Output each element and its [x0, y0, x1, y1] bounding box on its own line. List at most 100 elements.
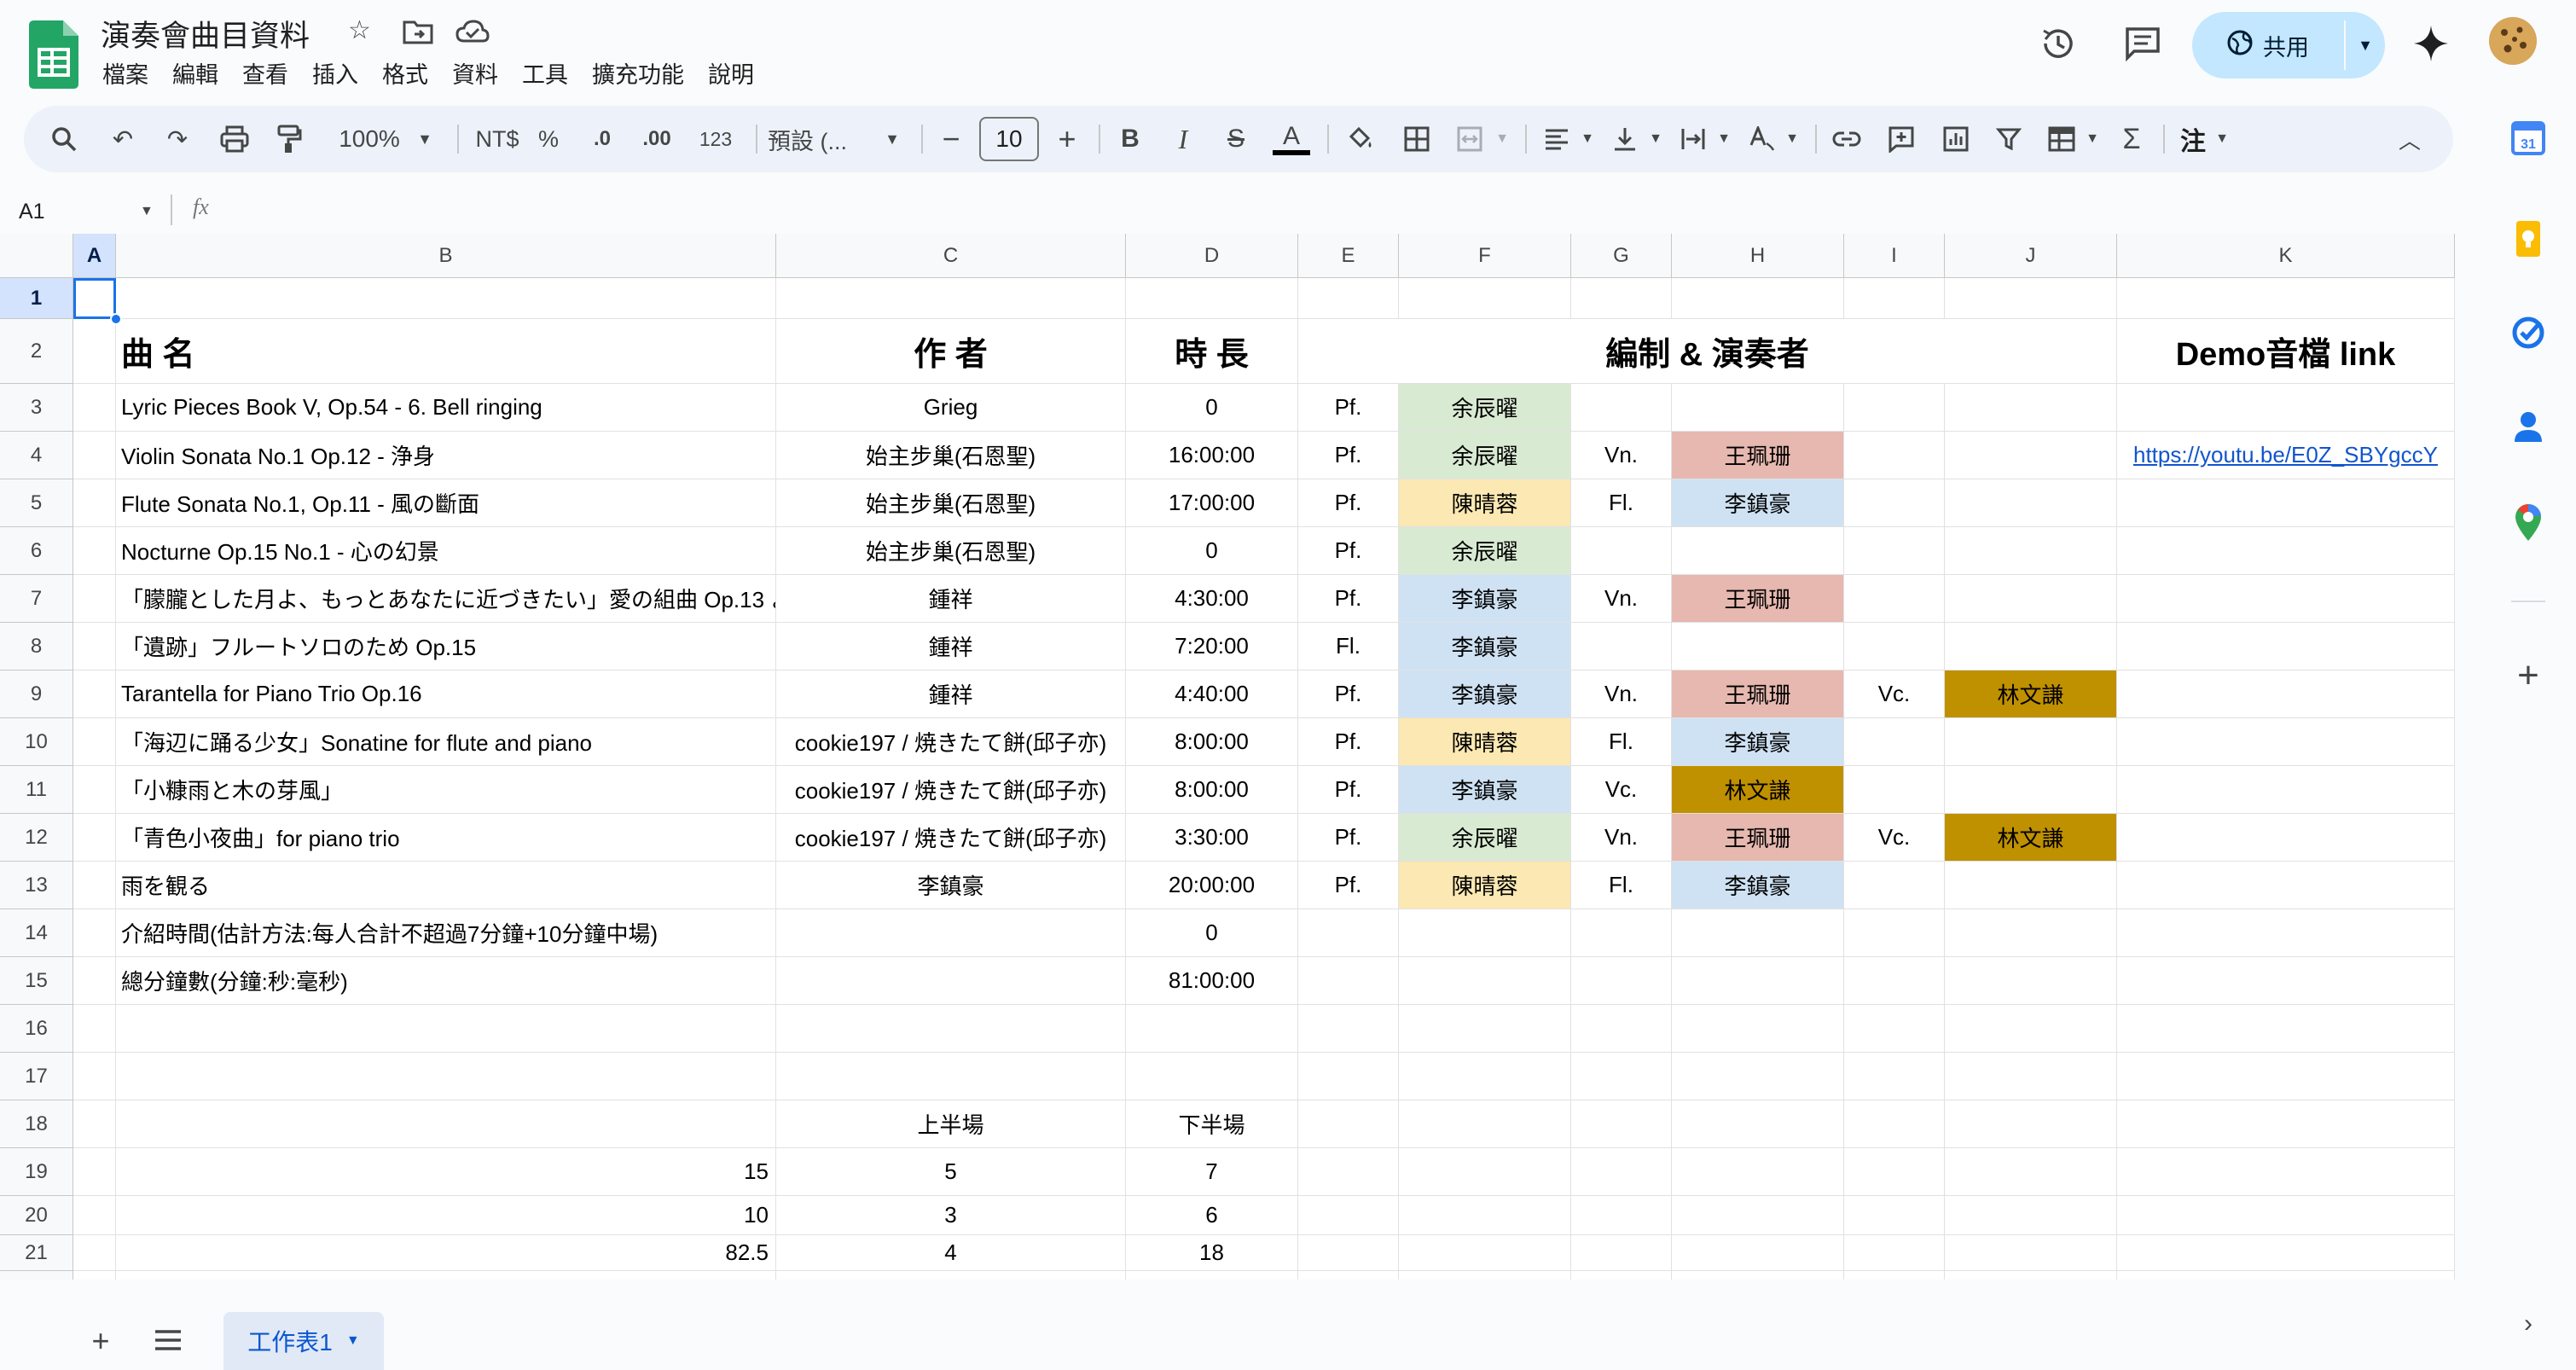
cell-k17[interactable]	[2117, 1053, 2455, 1100]
version-history-icon[interactable]	[2039, 24, 2078, 67]
horizontal-align-icon[interactable]	[1535, 106, 1578, 172]
cell-d10[interactable]: 8:00:00	[1126, 718, 1298, 766]
cell-k6[interactable]	[2117, 527, 2455, 575]
row-header-6[interactable]: 6	[0, 527, 73, 575]
cell-d17[interactable]	[1126, 1053, 1298, 1100]
cell-f4[interactable]: 余辰曜	[1399, 432, 1571, 479]
cell-f1[interactable]	[1399, 278, 1571, 319]
cell-g14[interactable]	[1571, 909, 1672, 957]
cell-g1[interactable]	[1571, 278, 1672, 319]
row-header-10[interactable]: 10	[0, 718, 73, 766]
cell-g11[interactable]: Vc.	[1571, 766, 1672, 814]
cell-e7[interactable]: Pf.	[1298, 575, 1399, 623]
percent-format-button[interactable]: %	[527, 106, 570, 172]
cell-k21[interactable]	[2117, 1235, 2455, 1271]
cell-f21[interactable]	[1399, 1235, 1571, 1271]
all-sheets-icon[interactable]	[154, 1329, 183, 1355]
column-header-k[interactable]: K	[2117, 234, 2455, 278]
cell-e11[interactable]: Pf.	[1298, 766, 1399, 814]
cell-d4[interactable]: 16:00:00	[1126, 432, 1298, 479]
cell-i11[interactable]	[1844, 766, 1945, 814]
cell-c15[interactable]	[776, 957, 1126, 1005]
cell-e20[interactable]	[1298, 1196, 1399, 1235]
contacts-icon[interactable]	[2508, 406, 2549, 447]
star-icon[interactable]: ☆	[348, 15, 371, 45]
cell-c2[interactable]: 作 者	[776, 319, 1126, 384]
cell-k12[interactable]	[2117, 814, 2455, 862]
cell-h12[interactable]: 王珮珊	[1672, 814, 1844, 862]
cell-d12[interactable]: 3:30:00	[1126, 814, 1298, 862]
cell-c10[interactable]: cookie197 / 焼きたて餅(邱子亦)	[776, 718, 1126, 766]
cell-e18[interactable]	[1298, 1100, 1399, 1148]
name-box[interactable]: A1 ▼	[19, 193, 155, 230]
undo-icon[interactable]: ↶	[104, 106, 142, 172]
cell-f22[interactable]	[1399, 1271, 1571, 1280]
cell-g16[interactable]	[1571, 1005, 1672, 1053]
comments-icon[interactable]	[2124, 26, 2161, 66]
cell-j3[interactable]	[1945, 384, 2117, 432]
cell-c13[interactable]: 李鎮豪	[776, 862, 1126, 909]
cell-f19[interactable]	[1399, 1148, 1571, 1196]
cell-a14[interactable]	[73, 909, 116, 957]
cell-a7[interactable]	[73, 575, 116, 623]
cell-d5[interactable]: 17:00:00	[1126, 479, 1298, 527]
vertical-align-icon[interactable]	[1604, 106, 1646, 172]
cell-e22[interactable]	[1298, 1271, 1399, 1280]
fill-color-icon[interactable]	[1339, 106, 1382, 172]
cell-c7[interactable]: 鍾祥	[776, 575, 1126, 623]
cell-e16[interactable]	[1298, 1005, 1399, 1053]
cell-c3[interactable]: Grieg	[776, 384, 1126, 432]
cell-h21[interactable]	[1672, 1235, 1844, 1271]
cell-c20[interactable]: 3	[776, 1196, 1126, 1235]
menu-edit[interactable]: 編輯	[160, 55, 230, 89]
cell-a21[interactable]	[73, 1235, 116, 1271]
cell-i8[interactable]	[1844, 623, 1945, 670]
cell-k3[interactable]	[2117, 384, 2455, 432]
cell-h22[interactable]	[1672, 1271, 1844, 1280]
paint-format-icon[interactable]	[270, 106, 309, 172]
cell-i20[interactable]	[1844, 1196, 1945, 1235]
text-color-icon[interactable]: A	[1268, 106, 1315, 172]
cell-b6[interactable]: Nocturne Op.15 No.1 - 心の幻景	[116, 527, 776, 575]
cell-k16[interactable]	[2117, 1005, 2455, 1053]
cell-h15[interactable]	[1672, 957, 1844, 1005]
menu-help[interactable]: 說明	[696, 55, 766, 89]
cell-i1[interactable]	[1844, 278, 1945, 319]
cell-j21[interactable]	[1945, 1235, 2117, 1271]
cell-g7[interactable]: Vn.	[1571, 575, 1672, 623]
cell-j5[interactable]	[1945, 479, 2117, 527]
cell-f17[interactable]	[1399, 1053, 1571, 1100]
cell-a4[interactable]	[73, 432, 116, 479]
cell-c5[interactable]: 始主步巢(石恩聖)	[776, 479, 1126, 527]
cell-g21[interactable]	[1571, 1235, 1672, 1271]
insert-link-icon[interactable]	[1825, 106, 1868, 172]
column-header-d[interactable]: D	[1126, 234, 1298, 278]
column-header-g[interactable]: G	[1571, 234, 1672, 278]
cell-h11[interactable]: 林文謙	[1672, 766, 1844, 814]
cell-c14[interactable]	[776, 909, 1126, 957]
cell-i19[interactable]	[1844, 1148, 1945, 1196]
cell-c22[interactable]: 7	[776, 1271, 1126, 1280]
cell-g18[interactable]	[1571, 1100, 1672, 1148]
cell-k11[interactable]	[2117, 766, 2455, 814]
cell-a22[interactable]	[73, 1271, 116, 1280]
cell-b16[interactable]	[116, 1005, 776, 1053]
cell-g9[interactable]: Vn.	[1571, 670, 1672, 718]
cell-b11[interactable]: 「小糠雨と木の芽風」	[116, 766, 776, 814]
cell-b10[interactable]: 「海辺に踊る少女」Sonatine for flute and piano	[116, 718, 776, 766]
row-header-13[interactable]: 13	[0, 862, 73, 909]
font-select[interactable]: 預設 (...	[768, 106, 879, 172]
cell-h3[interactable]	[1672, 384, 1844, 432]
cell-h9[interactable]: 王珮珊	[1672, 670, 1844, 718]
cell-i9[interactable]: Vc.	[1844, 670, 1945, 718]
cell-d21[interactable]: 18	[1126, 1235, 1298, 1271]
cell-d9[interactable]: 4:40:00	[1126, 670, 1298, 718]
row-header-2[interactable]: 2	[0, 319, 73, 384]
cell-k8[interactable]	[2117, 623, 2455, 670]
cell-c6[interactable]: 始主步巢(石恩聖)	[776, 527, 1126, 575]
show-side-panel-icon[interactable]: ›	[2508, 1303, 2549, 1344]
currency-format-button[interactable]: NT$	[467, 106, 527, 172]
account-avatar[interactable]	[2489, 17, 2537, 65]
cell-c12[interactable]: cookie197 / 焼きたて餅(邱子亦)	[776, 814, 1126, 862]
cell-f8[interactable]: 李鎮豪	[1399, 623, 1571, 670]
